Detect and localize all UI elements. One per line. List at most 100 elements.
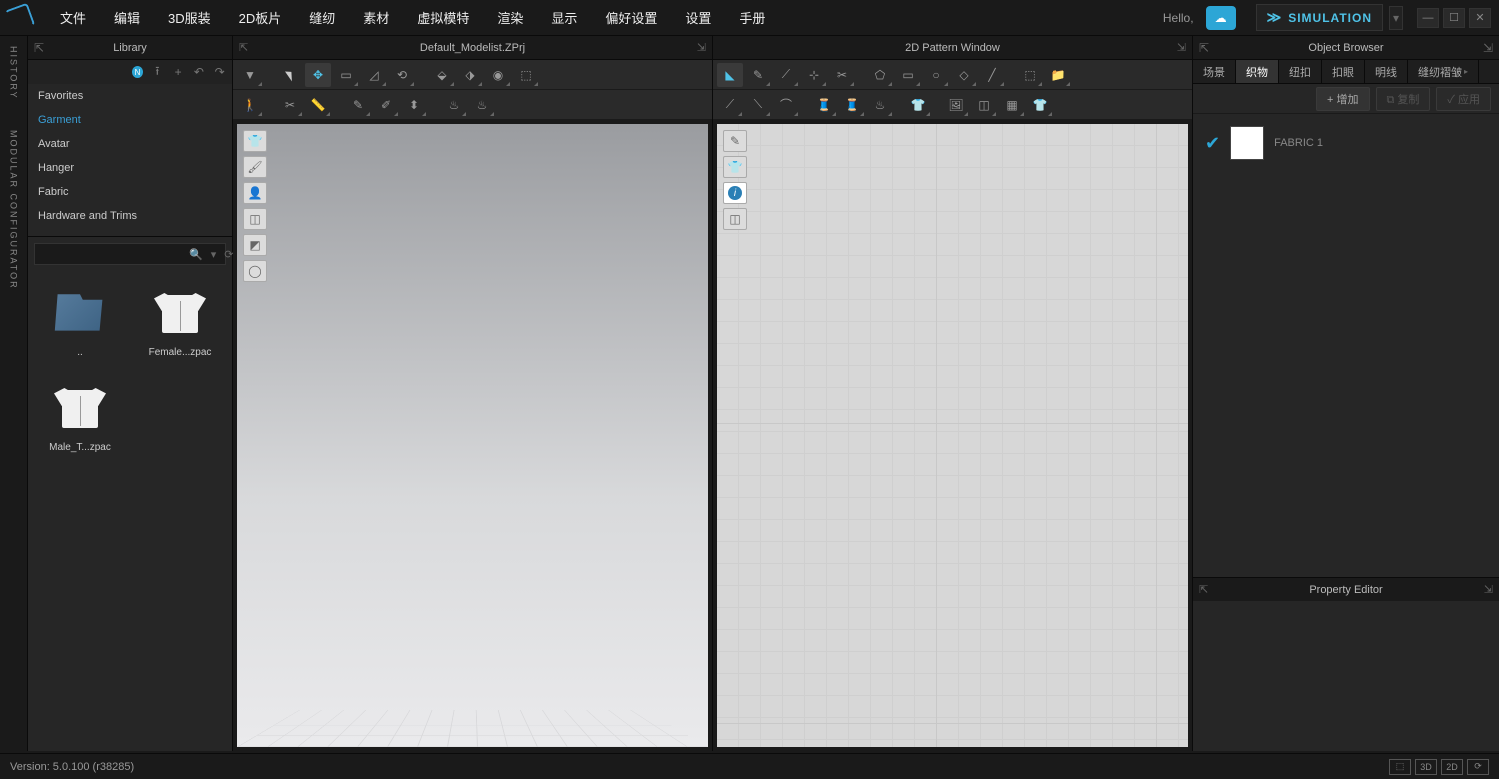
viewport-3d-canvas[interactable]: 👕 🖌 👤 ◫ ◩ ◯ [237,124,708,747]
tool-2d-polygon[interactable]: ⬠ [867,63,893,87]
tool-2d-iron[interactable]: ♨ [867,93,893,117]
window-minimize-button[interactable]: — [1417,8,1439,28]
tool-avatar[interactable]: 🚶 [237,93,263,117]
tool-2d-folder[interactable]: 📁 [1045,63,1071,87]
lib-item-hardware[interactable]: Hardware and Trims [28,204,232,228]
menu-prefs[interactable]: 偏好设置 [591,8,671,27]
tool-2d-circle[interactable]: ○ [923,63,949,87]
lib-item-garment[interactable]: Garment [28,108,232,132]
ob-item-fabric1[interactable]: ✔ FABRIC 1 [1201,122,1491,164]
popout-icon[interactable]: ⇱ [239,41,248,54]
tool-pin[interactable]: ⬙ [429,63,455,87]
tool-2d-edit[interactable]: ✎ [745,63,771,87]
tool-2d-addpoint[interactable]: ⊹ [801,63,827,87]
vis-avatar-icon[interactable]: 👤 [243,182,267,204]
thumb-parent-folder[interactable]: .. [32,275,128,366]
menu-edit[interactable]: 编辑 [100,8,154,27]
tool-pin2[interactable]: ⬗ [457,63,483,87]
ob-tab-pucker[interactable]: 缝纫褶皱▸ [1408,60,1479,83]
tool-marquee[interactable]: ▭ [333,63,359,87]
vis-layer1-icon[interactable]: ◫ [243,208,267,230]
tool-2d-sew-free[interactable]: ⌒ [773,93,799,117]
library-popout-icon[interactable]: ⇱ [34,41,44,55]
tool-fold[interactable]: ⬚ [513,63,539,87]
tool-2d-check[interactable]: ▦ [999,93,1025,117]
tool-2d-select[interactable]: ◣ [717,63,743,87]
menu-2d[interactable]: 2D板片 [225,8,296,27]
ob-tab-topstitch[interactable]: 明线 [1365,60,1408,83]
window-close-button[interactable]: ✕ [1469,8,1491,28]
vis-2d-garment-icon[interactable]: 👕 [723,156,747,178]
tool-2d-sew-segment[interactable]: ⟍ [745,93,771,117]
tool-2d-dart[interactable]: ◇ [951,63,977,87]
menu-avatar[interactable]: 虚拟模特 [403,8,483,27]
tool-2d-sewing1[interactable]: 🧵 [811,93,837,117]
ob-copy-button[interactable]: ⧉ 复制 [1376,87,1431,111]
tool-2d-graphic[interactable]: 🖼 [943,93,969,117]
menu-render[interactable]: 渲染 [483,8,537,27]
tool-2d-sewing2[interactable]: 🧵 [839,93,865,117]
menu-file[interactable]: 文件 [46,8,100,27]
ob-tab-fabric[interactable]: 织物 [1236,60,1279,83]
tool-steam2[interactable]: ♨ [469,93,495,117]
vis-silhouette-icon[interactable]: ◯ [243,260,267,282]
lib-forward-icon[interactable]: ↷ [213,65,226,79]
tool-steam[interactable]: ♨ [441,93,467,117]
ob-tab-button[interactable]: 纽扣 [1279,60,1322,83]
popout-icon[interactable]: ⇲ [697,41,706,54]
view-both-button[interactable]: ⬚ [1389,759,1411,775]
tool-2d-curve[interactable]: ⟋ [773,63,799,87]
tool-select[interactable] [277,63,303,87]
tool-edit3d[interactable]: ✎ [345,93,371,117]
vis-layer2-icon[interactable]: ◩ [243,234,267,256]
menu-material[interactable]: 素材 [349,8,403,27]
lib-add-icon[interactable]: + [172,65,185,79]
view-3d-button[interactable]: 3D [1415,759,1437,775]
popout-icon[interactable]: ⇱ [1199,41,1209,55]
tool-2d-texture[interactable]: 👕 [905,93,931,117]
tool-measure[interactable]: 📏 [305,93,331,117]
view-refresh-button[interactable]: ⟳ [1467,759,1489,775]
viewport-2d-canvas[interactable]: ✎ 👕 i ◫ [717,124,1188,747]
lib-back-icon[interactable]: ↶ [192,65,205,79]
tool-gizmo[interactable]: ⟲ [389,63,415,87]
thumb-male-garment[interactable]: Male_T...zpac [32,370,128,461]
history-tab[interactable]: HISTORY [9,46,19,100]
vis-2d-pen-icon[interactable]: ✎ [723,130,747,152]
view-2d-button[interactable]: 2D [1441,759,1463,775]
menu-display[interactable]: 显示 [537,8,591,27]
search-dropdown-icon[interactable]: ▾ [207,248,221,261]
ob-tab-buttonhole[interactable]: 扣眼 [1322,60,1365,83]
ob-add-button[interactable]: + 增加 [1316,87,1369,111]
vis-2d-layer-icon[interactable]: ◫ [723,208,747,230]
popout-icon[interactable]: ⇲ [1483,41,1493,55]
tool-2d-split[interactable]: ✂ [829,63,855,87]
popout-icon[interactable]: ⇲ [1484,583,1493,596]
tool-edit3d-2[interactable]: ✐ [373,93,399,117]
simulation-mode-button[interactable]: ≫ SIMULATION [1256,4,1383,31]
tool-2d-shirt[interactable]: 👕 [1027,93,1053,117]
menu-3d[interactable]: 3D服装 [154,8,225,27]
popout-icon[interactable]: ⇱ [1199,583,1208,596]
tool-move[interactable]: ✥ [305,63,331,87]
tool-tape[interactable]: ✂ [277,93,303,117]
library-search-input[interactable] [35,248,185,260]
menu-manual[interactable]: 手册 [725,8,779,27]
cloud-sync-button[interactable]: ☁ [1206,6,1236,30]
tool-2d-trace[interactable]: ⬚ [1017,63,1043,87]
tool-simulate[interactable]: ▼ [237,63,263,87]
ob-apply-button[interactable]: ✓ 应用 [1436,87,1491,111]
lib-upload-icon[interactable]: ⭱ [151,65,164,79]
ob-tab-scene[interactable]: 场景 [1193,60,1236,83]
search-icon[interactable]: 🔍 [185,248,207,261]
vis-garment-icon[interactable]: 👕 [243,130,267,152]
simulation-dropdown[interactable]: ▾ [1389,6,1403,30]
lib-item-hanger[interactable]: Hanger [28,156,232,180]
vis-2d-info-icon[interactable]: i [723,182,747,204]
popout-icon[interactable]: ⇲ [1177,41,1186,54]
check-icon[interactable]: ✔ [1205,133,1220,154]
thumb-female-garment[interactable]: Female...zpac [132,275,228,366]
lib-item-favorites[interactable]: Favorites [28,84,232,108]
tool-flatten[interactable]: ⬍ [401,93,427,117]
menu-sewing[interactable]: 缝纫 [295,8,349,27]
